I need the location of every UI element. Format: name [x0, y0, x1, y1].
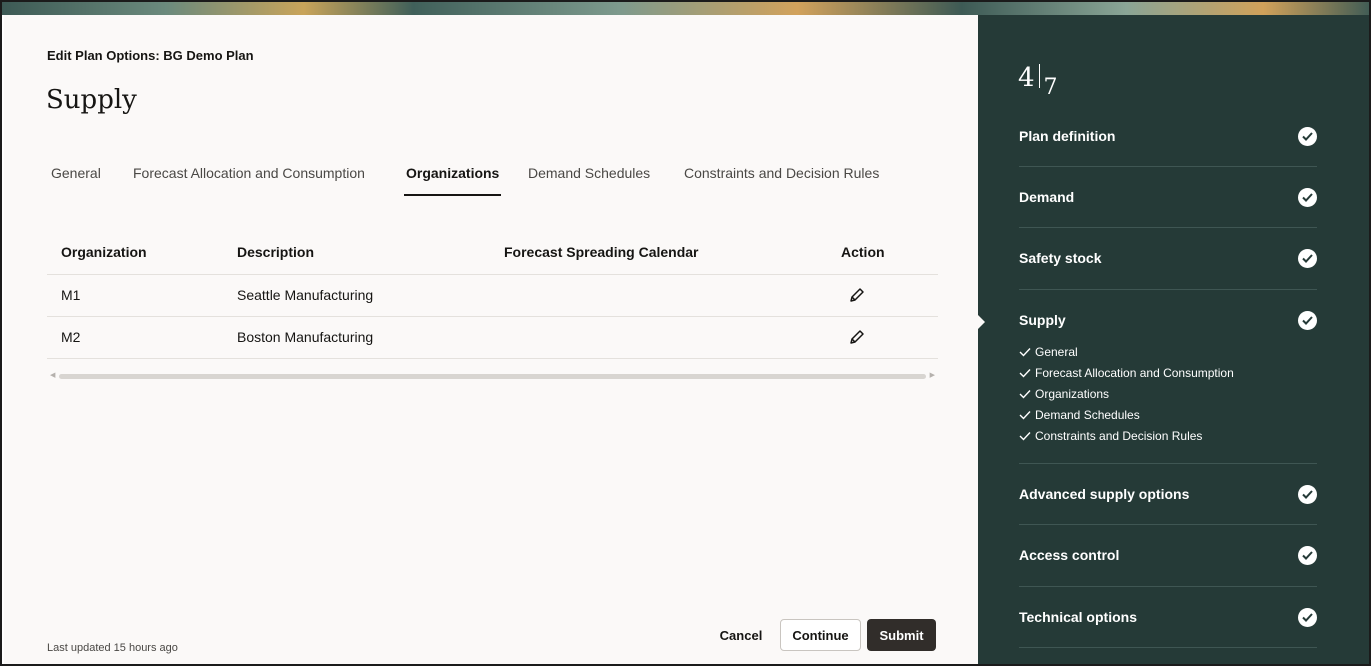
substep-list: General Forecast Allocation and Consumpt…: [1019, 341, 1234, 446]
column-header-action: Action: [841, 244, 885, 260]
breadcrumb: Edit Plan Options: BG Demo Plan: [47, 48, 254, 63]
description-cell: Seattle Manufacturing: [237, 287, 374, 303]
substep-item[interactable]: Constraints and Decision Rules: [1019, 425, 1234, 446]
checkmark-icon: [1019, 368, 1031, 378]
horizontal-scrollbar[interactable]: ◀ ▶: [47, 371, 938, 381]
continue-button[interactable]: Continue: [780, 619, 861, 651]
step-supply[interactable]: Supply General Forecast Allocation and C…: [1019, 290, 1317, 464]
substep-label: General: [1035, 344, 1078, 359]
organization-cell: M1: [61, 287, 81, 303]
step-plan-definition[interactable]: Plan definition: [1019, 105, 1317, 167]
step-advanced-supply[interactable]: Advanced supply options: [1019, 464, 1317, 525]
tab-constraints[interactable]: Constraints and Decision Rules: [684, 165, 879, 197]
scrollbar-thumb[interactable]: [59, 374, 926, 379]
substep-item[interactable]: Organizations: [1019, 383, 1234, 404]
progress-sidebar: 47 Plan definition Demand Safety stock S…: [976, 15, 1369, 664]
tab-demand-schedules[interactable]: Demand Schedules: [528, 165, 650, 197]
step-demand[interactable]: Demand: [1019, 167, 1317, 228]
table-header: Organization Description Forecast Spread…: [47, 233, 938, 275]
check-circle-icon: [1298, 311, 1317, 330]
step-counter: 47: [1018, 63, 1058, 100]
step-label[interactable]: Demand: [1019, 189, 1074, 205]
decorative-banner: [2, 2, 1369, 15]
check-circle-icon: [1298, 608, 1317, 627]
substep-label: Organizations: [1035, 386, 1110, 401]
current-step-number: 4: [1018, 63, 1035, 93]
pencil-icon[interactable]: [848, 286, 866, 304]
substep-label: Demand Schedules: [1035, 407, 1140, 422]
organization-cell: M2: [61, 329, 81, 345]
check-circle-icon: [1298, 127, 1317, 146]
column-header-organization[interactable]: Organization: [61, 244, 147, 260]
substep-label: Forecast Allocation and Consumption: [1035, 365, 1234, 380]
pencil-icon[interactable]: [848, 328, 866, 346]
last-updated-text: Last updated 15 hours ago: [47, 642, 178, 654]
substep-item[interactable]: Forecast Allocation and Consumption: [1019, 362, 1234, 383]
step-label[interactable]: Technical options: [1019, 609, 1137, 625]
substep-item[interactable]: Demand Schedules: [1019, 404, 1234, 425]
column-header-calendar[interactable]: Forecast Spreading Calendar: [504, 244, 699, 260]
tab-forecast-allocation[interactable]: Forecast Allocation and Consumption: [133, 165, 365, 197]
step-label[interactable]: Access control: [1019, 547, 1119, 563]
step-label[interactable]: Advanced supply options: [1019, 486, 1189, 502]
check-circle-icon: [1298, 249, 1317, 268]
checkmark-icon: [1019, 347, 1031, 357]
page-title: Supply: [46, 85, 137, 115]
tab-organizations[interactable]: Organizations: [403, 165, 502, 197]
check-circle-icon: [1298, 546, 1317, 565]
substep-item[interactable]: General: [1019, 341, 1234, 362]
check-circle-icon: [1298, 485, 1317, 504]
step-technical-options[interactable]: Technical options: [1019, 587, 1317, 648]
app-frame: Edit Plan Options: BG Demo Plan Supply G…: [0, 0, 1371, 666]
checkmark-icon: [1019, 410, 1031, 420]
checkmark-icon: [1019, 431, 1031, 441]
checkmark-icon: [1019, 389, 1031, 399]
step-label[interactable]: Plan definition: [1019, 128, 1115, 144]
table-row[interactable]: M1 Seattle Manufacturing: [47, 275, 938, 317]
substep-label: Constraints and Decision Rules: [1035, 428, 1203, 443]
cancel-button[interactable]: Cancel: [712, 619, 770, 651]
step-safety-stock[interactable]: Safety stock: [1019, 228, 1317, 290]
column-header-description[interactable]: Description: [237, 244, 314, 260]
organizations-table: Organization Description Forecast Spread…: [47, 233, 938, 359]
scroll-right-icon[interactable]: ▶: [930, 371, 935, 379]
main-panel: Edit Plan Options: BG Demo Plan Supply G…: [4, 15, 978, 664]
check-circle-icon: [1298, 188, 1317, 207]
step-divider: [1038, 64, 1040, 88]
submit-button[interactable]: Submit: [867, 619, 936, 651]
table-row[interactable]: M2 Boston Manufacturing: [47, 317, 938, 359]
tab-general[interactable]: General: [51, 165, 101, 197]
step-label[interactable]: Safety stock: [1019, 250, 1101, 266]
total-steps-number: 7: [1043, 75, 1058, 100]
step-access-control[interactable]: Access control: [1019, 525, 1317, 587]
scroll-left-icon[interactable]: ◀: [50, 371, 55, 379]
description-cell: Boston Manufacturing: [237, 329, 374, 345]
step-label[interactable]: Supply: [1019, 312, 1066, 328]
